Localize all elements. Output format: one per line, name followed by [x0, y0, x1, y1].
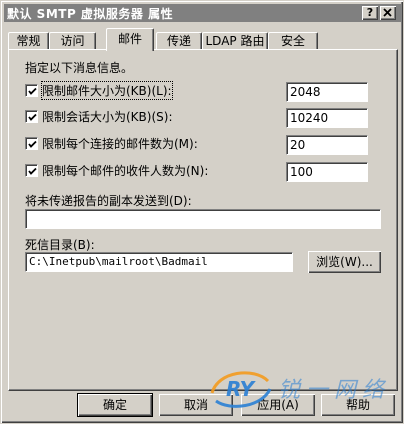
badmail-directory-input[interactable]: C:\Inetpub\mailroot\Badmail [25, 252, 293, 272]
limit-recipients-label[interactable]: 限制每个邮件的收件人数为(N): [42, 162, 208, 179]
tab-general[interactable]: 常规 [8, 32, 49, 50]
badmail-directory-label: 死信目录(B): [25, 238, 95, 252]
limit-session-size-row[interactable]: 限制会话大小为(KB)(S): [25, 107, 173, 125]
checkmark-icon [28, 167, 37, 175]
limit-session-size-checkbox[interactable] [25, 109, 38, 123]
tab-delivery[interactable]: 传递 [156, 32, 202, 50]
watermark-logo-text: RY [226, 377, 257, 401]
limit-messages-per-connection-row[interactable]: 限制每个连接的邮件数为(M): [25, 134, 198, 152]
watermark: RY 锐一网络 [206, 363, 396, 413]
close-icon [383, 8, 392, 17]
checkmark-icon [28, 140, 37, 148]
close-button[interactable] [380, 6, 396, 20]
limit-messages-per-connection-label[interactable]: 限制每个连接的邮件数为(M): [42, 135, 198, 152]
tab-ldap-routing[interactable]: LDAP 路由 [202, 32, 268, 50]
recipients-input[interactable]: 100 [286, 162, 368, 182]
tab-messages[interactable]: 邮件 [106, 28, 154, 51]
properties-dialog: 默认 SMTP 虚拟服务器 属性 ? 常规 访问 邮件 传递 LDAP 路由 安… [0, 0, 404, 424]
limit-session-size-label[interactable]: 限制会话大小为(KB)(S): [42, 108, 173, 125]
limit-message-size-checkbox[interactable] [25, 83, 38, 97]
limit-recipients-checkbox[interactable] [25, 163, 38, 177]
session-size-input[interactable]: 10240 [286, 108, 368, 128]
limit-recipients-row[interactable]: 限制每个邮件的收件人数为(N): [25, 161, 208, 179]
limit-messages-per-connection-checkbox[interactable] [25, 136, 38, 150]
title-bar[interactable]: 默认 SMTP 虚拟服务器 属性 ? [4, 4, 401, 22]
message-size-input[interactable]: 2048 [286, 82, 368, 102]
ndr-copy-input[interactable] [25, 209, 381, 229]
checkmark-icon [28, 113, 37, 121]
limit-message-size-label[interactable]: 限制邮件大小为(KB)(L): [41, 80, 173, 100]
window-title: 默认 SMTP 虚拟服务器 属性 [7, 6, 174, 21]
ndr-copy-label: 将未传递报告的副本发送到(D): [25, 194, 192, 208]
checkmark-icon [28, 87, 37, 95]
tab-access[interactable]: 访问 [49, 32, 96, 50]
browse-button[interactable]: 浏览(W)... [308, 251, 381, 273]
tab-strip: 常规 访问 邮件 传递 LDAP 路由 安全 [8, 28, 398, 51]
help-button[interactable]: ? [362, 6, 378, 20]
ok-button[interactable]: 确定 [77, 393, 153, 417]
tab-security[interactable]: 安全 [268, 32, 318, 50]
instruction-text: 指定以下消息信息。 [25, 61, 134, 75]
limit-message-size-row[interactable]: 限制邮件大小为(KB)(L): [25, 80, 173, 100]
watermark-slogan: 锐一网络 [278, 378, 390, 403]
watermark-logo-icon: RY 锐一网络 [210, 371, 390, 408]
messages-per-connection-input[interactable]: 20 [286, 135, 368, 155]
